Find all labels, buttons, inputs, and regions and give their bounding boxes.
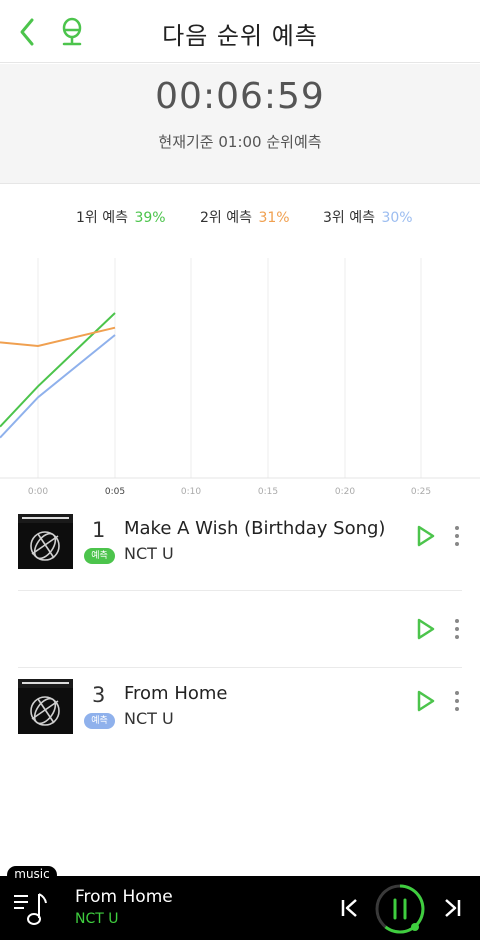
- artist-name: NCT U: [124, 544, 174, 563]
- music-tab[interactable]: music: [7, 866, 57, 884]
- x-tick-label: 0:25: [411, 487, 431, 497]
- now-playing-title: From Home: [75, 887, 173, 907]
- prediction-badge: 예측: [84, 713, 115, 729]
- series-line-3: [0, 334, 116, 439]
- legend-percent: 30%: [381, 210, 413, 226]
- previous-button[interactable]: [338, 896, 362, 920]
- more-options-button[interactable]: [452, 689, 462, 713]
- play-button[interactable]: [416, 524, 436, 548]
- more-vertical-icon: [455, 526, 459, 546]
- legend-label: 2위 예측: [200, 210, 252, 226]
- list-item-rank-2[interactable]: [18, 591, 462, 668]
- list-item-rank-3[interactable]: 3 From Home 예측 NCT U: [18, 679, 462, 756]
- legend-percent: 31%: [258, 210, 290, 226]
- play-button[interactable]: [416, 617, 436, 641]
- x-tick-label: 0:20: [335, 487, 355, 497]
- legend-item-3: 3위 예측 30%: [323, 207, 413, 227]
- next-button[interactable]: [440, 896, 464, 920]
- more-options-button[interactable]: [452, 524, 462, 548]
- skip-previous-icon: [341, 899, 357, 917]
- pause-button[interactable]: [374, 883, 426, 935]
- playlist-button[interactable]: [12, 888, 52, 928]
- list-item-rank-1[interactable]: 1 Make A Wish (Birthday Song) 예측 NCT U: [18, 514, 462, 591]
- album-art: [18, 679, 73, 734]
- countdown-timer: 00:06:59: [155, 76, 325, 117]
- skip-next-icon: [445, 899, 461, 917]
- song-title: From Home: [124, 683, 228, 704]
- timer-panel: 00:06:59 현재기준 01:00 순위예측: [0, 64, 480, 184]
- now-playing-artist: NCT U: [75, 911, 119, 927]
- legend-percent: 39%: [134, 210, 166, 226]
- playlist-note-icon: [14, 893, 47, 925]
- timer-subtitle: 현재기준 01:00 순위예측: [158, 133, 322, 151]
- x-tick-label: 0:00: [28, 487, 48, 497]
- rank-number: 1: [92, 518, 106, 542]
- series-line-1: [0, 312, 116, 428]
- play-icon: [417, 525, 435, 547]
- legend-item-2: 2위 예측 31%: [200, 207, 290, 227]
- legend-label: 3위 예측: [323, 210, 375, 226]
- legend-item-1: 1위 예측 39%: [76, 207, 166, 227]
- more-vertical-icon: [455, 691, 459, 711]
- rank-number: 3: [92, 683, 106, 707]
- x-tick-label: 0:15: [258, 487, 278, 497]
- play-icon: [417, 618, 435, 640]
- prediction-badge: 예측: [84, 548, 115, 564]
- play-button[interactable]: [416, 689, 436, 713]
- song-title: Make A Wish (Birthday Song): [124, 518, 386, 539]
- page-title: 다음 순위 예측: [162, 22, 318, 50]
- play-icon: [417, 690, 435, 712]
- artist-name: NCT U: [124, 709, 174, 728]
- x-tick-label: 0:10: [181, 487, 201, 497]
- rank-prediction-chart: 0:00 0:05 0:10 0:15 0:20 0:25: [0, 258, 480, 497]
- more-vertical-icon: [455, 619, 459, 639]
- x-tick-label: 0:05: [105, 487, 125, 497]
- album-art: [18, 514, 73, 569]
- more-options-button[interactable]: [452, 617, 462, 641]
- header: 다음 순위 예측: [0, 0, 480, 63]
- pause-icon: [375, 884, 425, 934]
- legend-label: 1위 예측: [76, 210, 128, 226]
